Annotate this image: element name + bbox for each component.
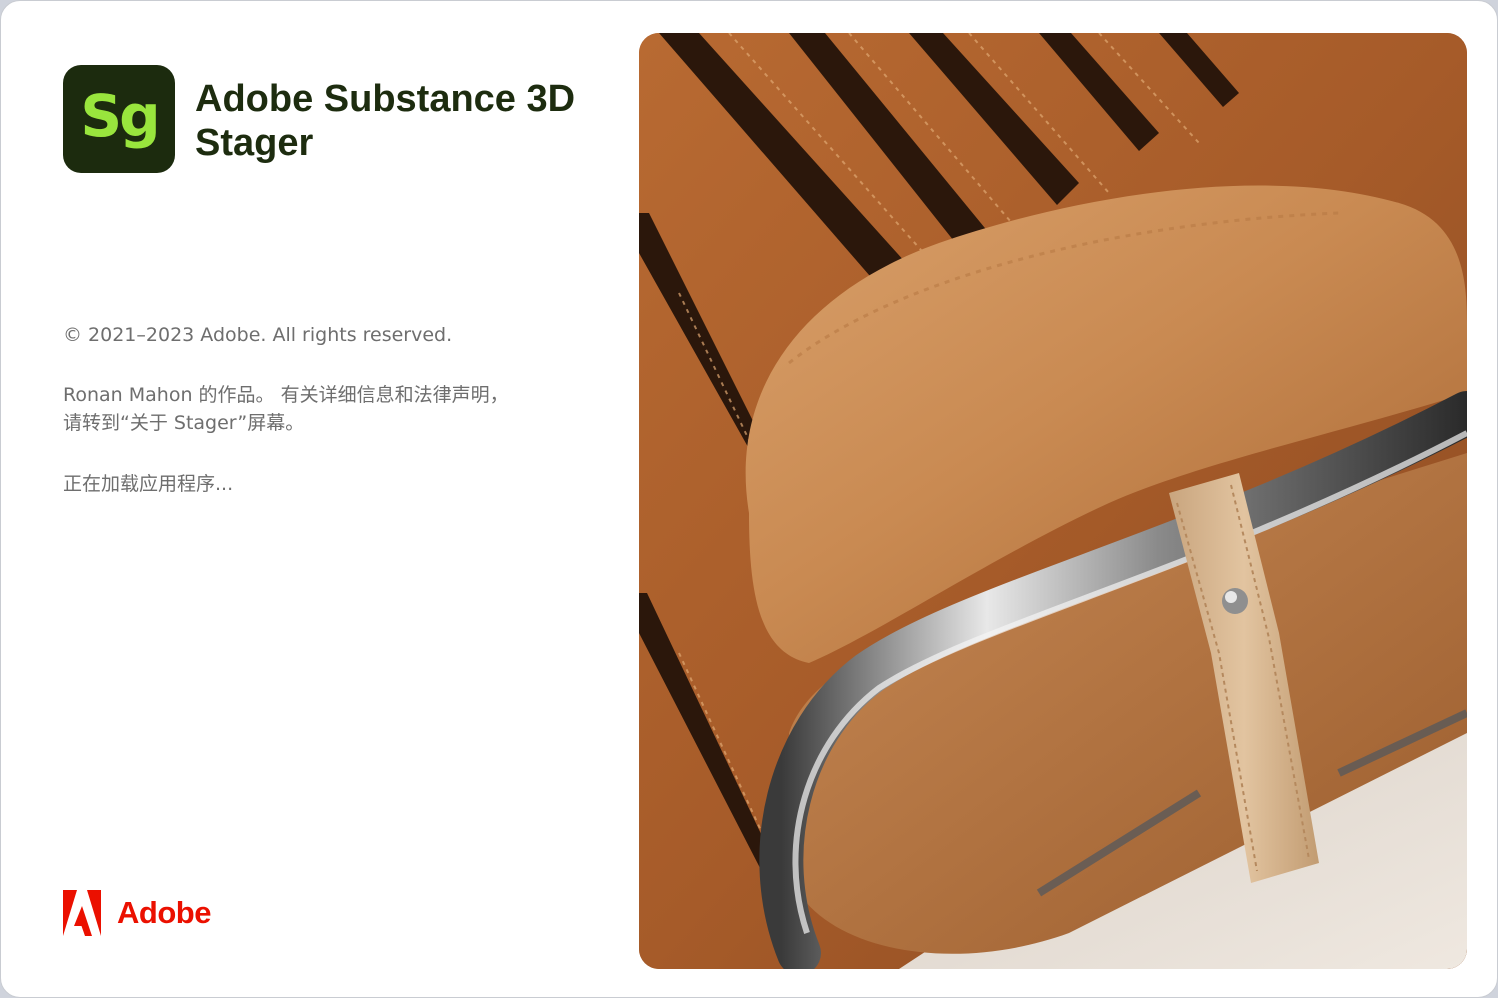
product-name: Adobe Substance 3D Stager: [195, 77, 615, 165]
app-icon-letters: Sg: [80, 82, 160, 150]
adobe-brand: Adobe: [63, 889, 211, 937]
product-name-line2: Stager: [195, 122, 314, 164]
artwork-credit-line1: Ronan Mahon 的作品。 有关详细信息和法律声明，: [63, 384, 509, 406]
product-name-line1: Adobe Substance 3D: [195, 78, 576, 120]
substance-stager-app-icon: Sg: [63, 65, 175, 173]
copyright-notice: © 2021–2023 Adobe. All rights reserved.: [63, 324, 453, 346]
artwork-credit-line2: 请转到“关于 Stager”屏幕。: [63, 412, 305, 434]
loading-status: 正在加载应用程序...: [63, 473, 234, 495]
splash-screen: Sg Adobe Substance 3D Stager © 2021–2023…: [0, 0, 1498, 998]
adobe-wordmark: Adobe: [117, 895, 211, 930]
leather-chair-artwork-image: [639, 33, 1467, 969]
adobe-logo-icon: [63, 890, 101, 936]
artwork-credit: Ronan Mahon 的作品。 有关详细信息和法律声明， 请转到“关于 Sta…: [63, 381, 603, 437]
